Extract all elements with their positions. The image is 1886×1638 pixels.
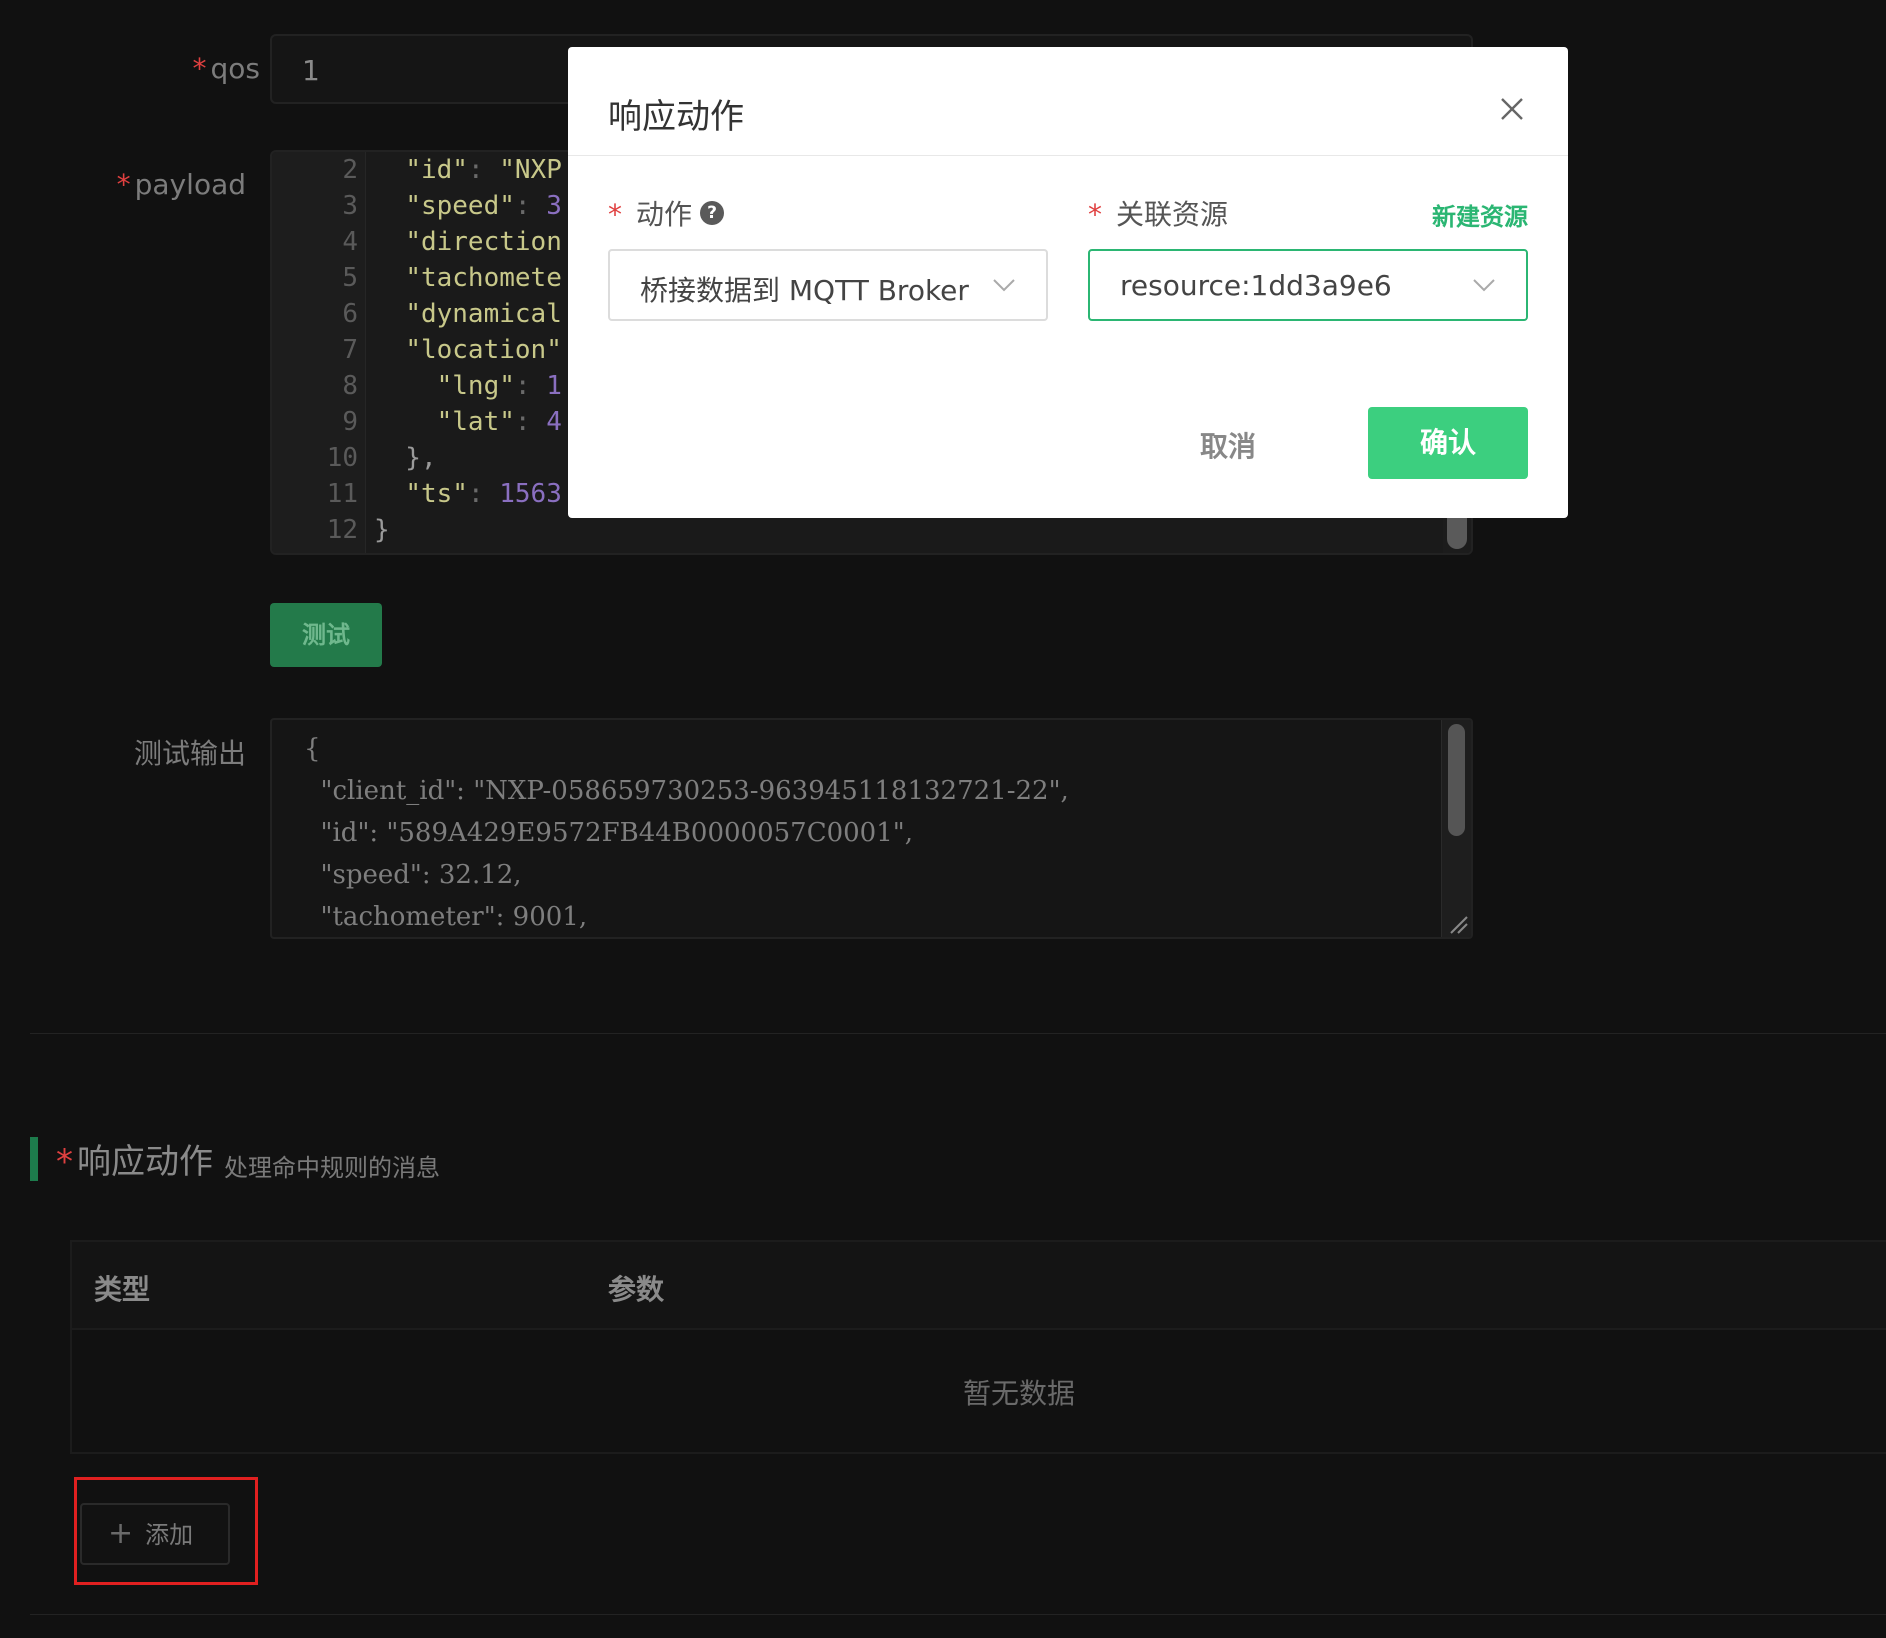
output-line: "id": "589A429E9572FB44B0000057C0001",: [304, 818, 913, 848]
code-text: "ts": 1563: [405, 479, 562, 509]
confirm-button[interactable]: 确认: [1368, 407, 1528, 479]
line-number: 3: [342, 191, 358, 221]
resource-select[interactable]: resource:1dd3a9e6: [1088, 249, 1528, 321]
section-divider: [30, 1033, 1886, 1034]
chevron-down-icon: [993, 279, 1015, 292]
plus-icon: +: [108, 1516, 134, 1551]
line-number: 5: [342, 263, 358, 293]
table-header: 类型 参数: [72, 1242, 1886, 1330]
qos-label: * qos: [192, 52, 261, 85]
test-output-area[interactable]: { "client_id": "NXP-058659730253-9639451…: [270, 718, 1473, 939]
action-field-label: * 动作?: [608, 193, 725, 233]
line-number: 8: [342, 371, 358, 401]
output-line: "client_id": "NXP-058659730253-963945118…: [304, 776, 1069, 806]
code-text: "dynamical: [405, 299, 562, 329]
resize-grip-icon[interactable]: [1445, 911, 1469, 935]
empty-state-text: 暂无数据: [962, 1377, 1075, 1410]
line-number: 6: [342, 299, 358, 329]
help-icon[interactable]: ?: [700, 201, 725, 225]
line-number: 4: [342, 227, 358, 257]
code-text: "location": [405, 335, 562, 365]
code-text: }: [374, 515, 390, 545]
line-number: 12: [326, 515, 358, 545]
code-text: "direction: [405, 227, 562, 257]
line-number: 7: [342, 335, 358, 365]
output-line: {: [304, 734, 321, 764]
section-accent-bar: [30, 1137, 38, 1181]
line-number: 2: [342, 155, 358, 185]
code-text: "tachomete: [405, 263, 562, 293]
section-title: * 响应动作: [56, 1142, 213, 1182]
code-text: },: [374, 443, 437, 473]
output-line: "tachometer": 9001,: [304, 902, 588, 932]
new-resource-link[interactable]: 新建资源: [1432, 197, 1528, 232]
code-text: "id": "NXP: [405, 155, 562, 185]
test-output-label: 测试输出: [133, 737, 246, 770]
response-action-dialog: 响应动作 * 动作? * 关联资源 新建资源 桥接数据到 MQTT Broker r…: [568, 47, 1568, 518]
bottom-divider: [30, 1614, 1886, 1615]
test-button[interactable]: 测试: [270, 603, 382, 667]
column-header-type: 类型: [94, 1273, 151, 1306]
output-line: "speed": 32.12,: [304, 860, 522, 890]
code-text: "lng": 1: [436, 371, 562, 401]
cancel-button[interactable]: 取消: [1200, 425, 1256, 465]
add-button-label: 添加: [145, 1521, 194, 1549]
chevron-down-icon: [1473, 279, 1495, 292]
action-select[interactable]: 桥接数据到 MQTT Broker: [608, 249, 1048, 321]
action-select-value: 桥接数据到 MQTT Broker: [640, 274, 969, 307]
section-description: 处理命中规则的消息: [224, 1154, 440, 1182]
actions-table: 类型 参数 暂无数据: [70, 1240, 1886, 1454]
line-number: 10: [326, 443, 358, 473]
output-scrollbar[interactable]: [1441, 720, 1471, 937]
column-header-params: 参数: [608, 1273, 665, 1306]
payload-label: * payload: [116, 168, 246, 201]
code-text: "lat": 4: [436, 407, 562, 437]
dialog-title: 响应动作: [608, 97, 744, 137]
resource-field-label: * 关联资源: [1088, 198, 1229, 231]
close-icon[interactable]: [1496, 93, 1528, 125]
add-action-button[interactable]: + 添加: [80, 1503, 230, 1565]
dialog-header-divider: [568, 155, 1568, 156]
resource-select-value: resource:1dd3a9e6: [1120, 269, 1392, 302]
line-number: 9: [342, 407, 358, 437]
code-text: "speed": 3: [405, 191, 562, 221]
qos-value: 1: [302, 54, 320, 87]
line-number: 11: [326, 479, 358, 509]
